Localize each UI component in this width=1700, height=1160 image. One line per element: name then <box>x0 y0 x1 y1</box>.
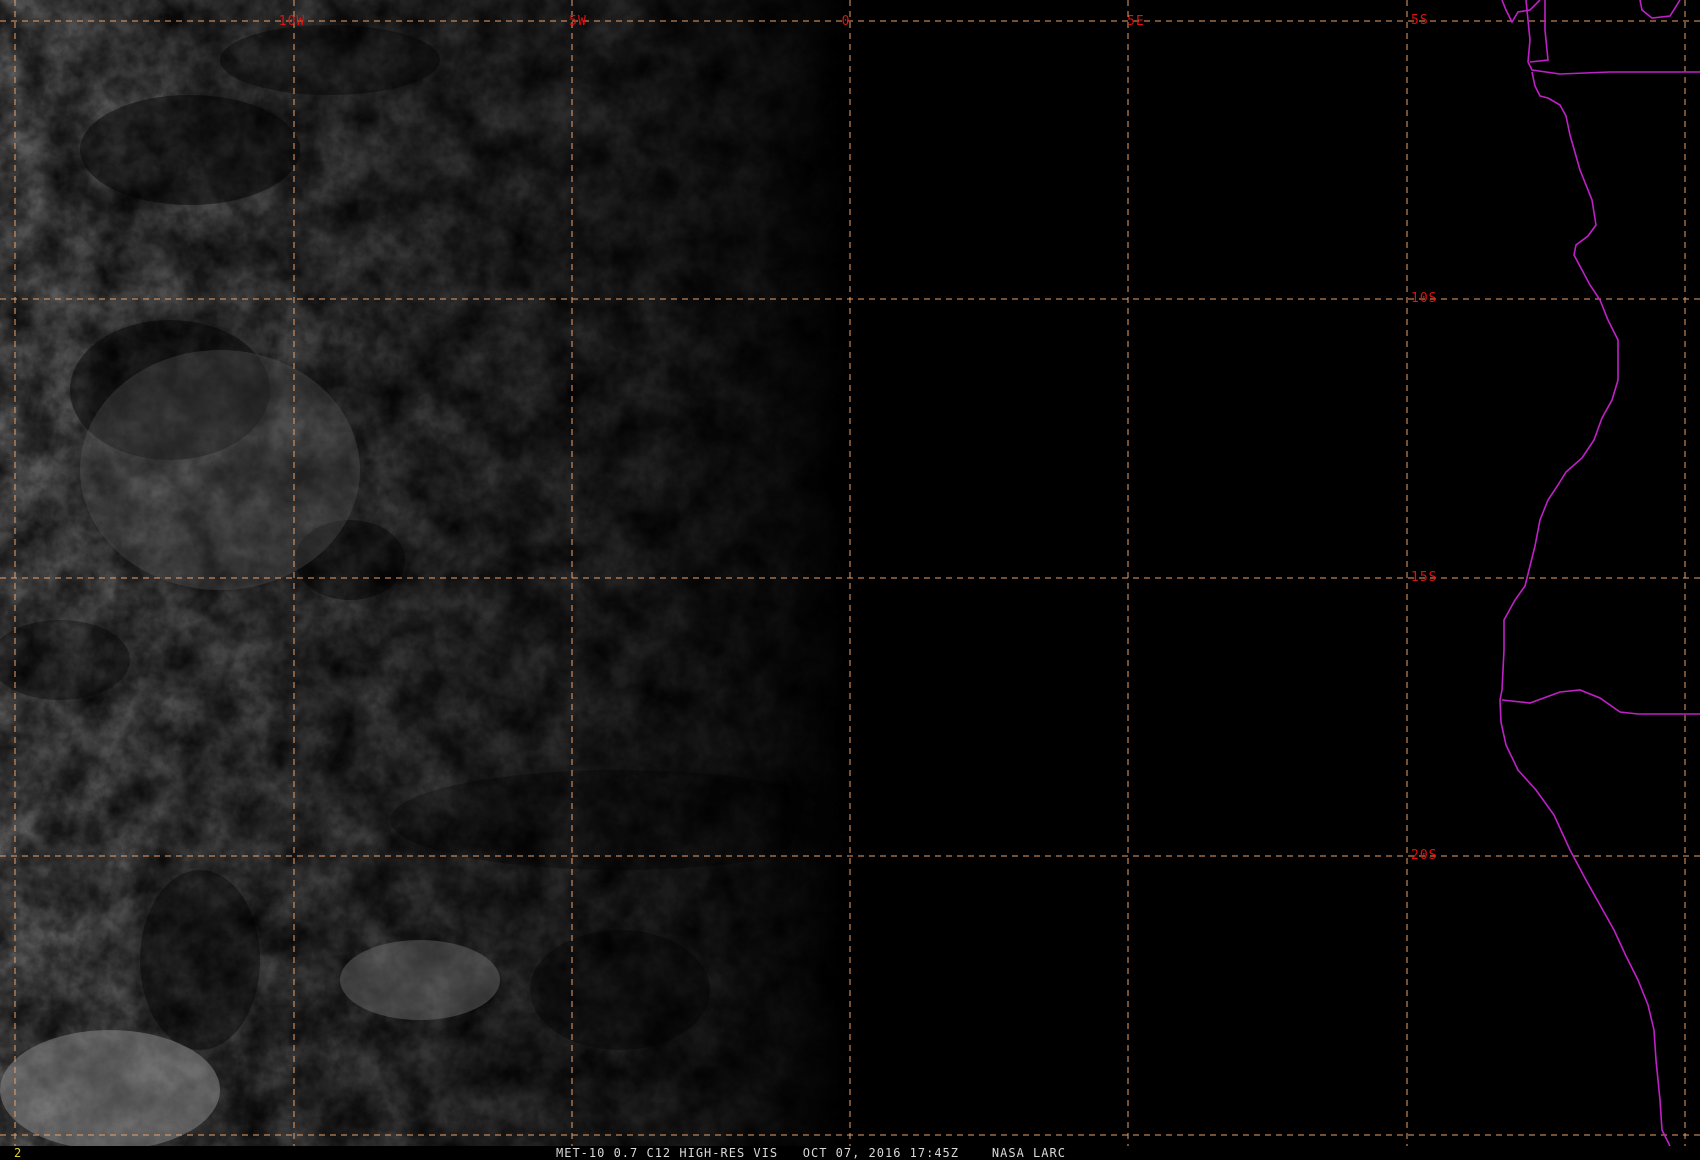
bright-cloud <box>340 940 500 1020</box>
clear-sky-patch <box>530 930 710 1050</box>
bright-cloud <box>80 350 360 590</box>
clear-sky-patch <box>390 770 850 870</box>
lon-label-0: 0 <box>841 14 851 29</box>
status-bar: 2 MET-10 0.7 C12 HIGH-RES VIS OCT 07, 20… <box>0 1146 1700 1160</box>
coastline-overlay <box>1499 0 1700 1147</box>
african-coastline <box>1499 0 1671 1147</box>
lat-label-5s: 5S <box>1411 13 1429 28</box>
bright-cloud <box>0 1030 220 1146</box>
satellite-image-viewer: 10W 5W 0 5E 5S 10S 15S 20S 2 MET-10 0.7 … <box>0 0 1700 1160</box>
lon-label-10w: 10W <box>278 14 306 29</box>
lat-label-15s: 15S <box>1411 570 1438 585</box>
image-caption: MET-10 0.7 C12 HIGH-RES VIS OCT 07, 2016… <box>556 1146 1066 1160</box>
clear-sky-patch <box>140 870 260 1050</box>
lat-label-20s: 20S <box>1411 848 1438 863</box>
frame-number: 2 <box>14 1146 22 1160</box>
enclave-border <box>1529 0 1549 63</box>
clear-sky-patch <box>80 95 300 205</box>
lat-label-10s: 10S <box>1411 291 1438 306</box>
day-side-cloud-field <box>0 0 850 1146</box>
satellite-image <box>0 0 1700 1147</box>
lon-label-5w: 5W <box>569 14 587 29</box>
southern-border <box>1501 689 1700 715</box>
lon-label-5e: 5E <box>1127 14 1145 29</box>
enclave-border-east <box>1639 0 1681 19</box>
clear-sky-patch <box>220 25 440 95</box>
